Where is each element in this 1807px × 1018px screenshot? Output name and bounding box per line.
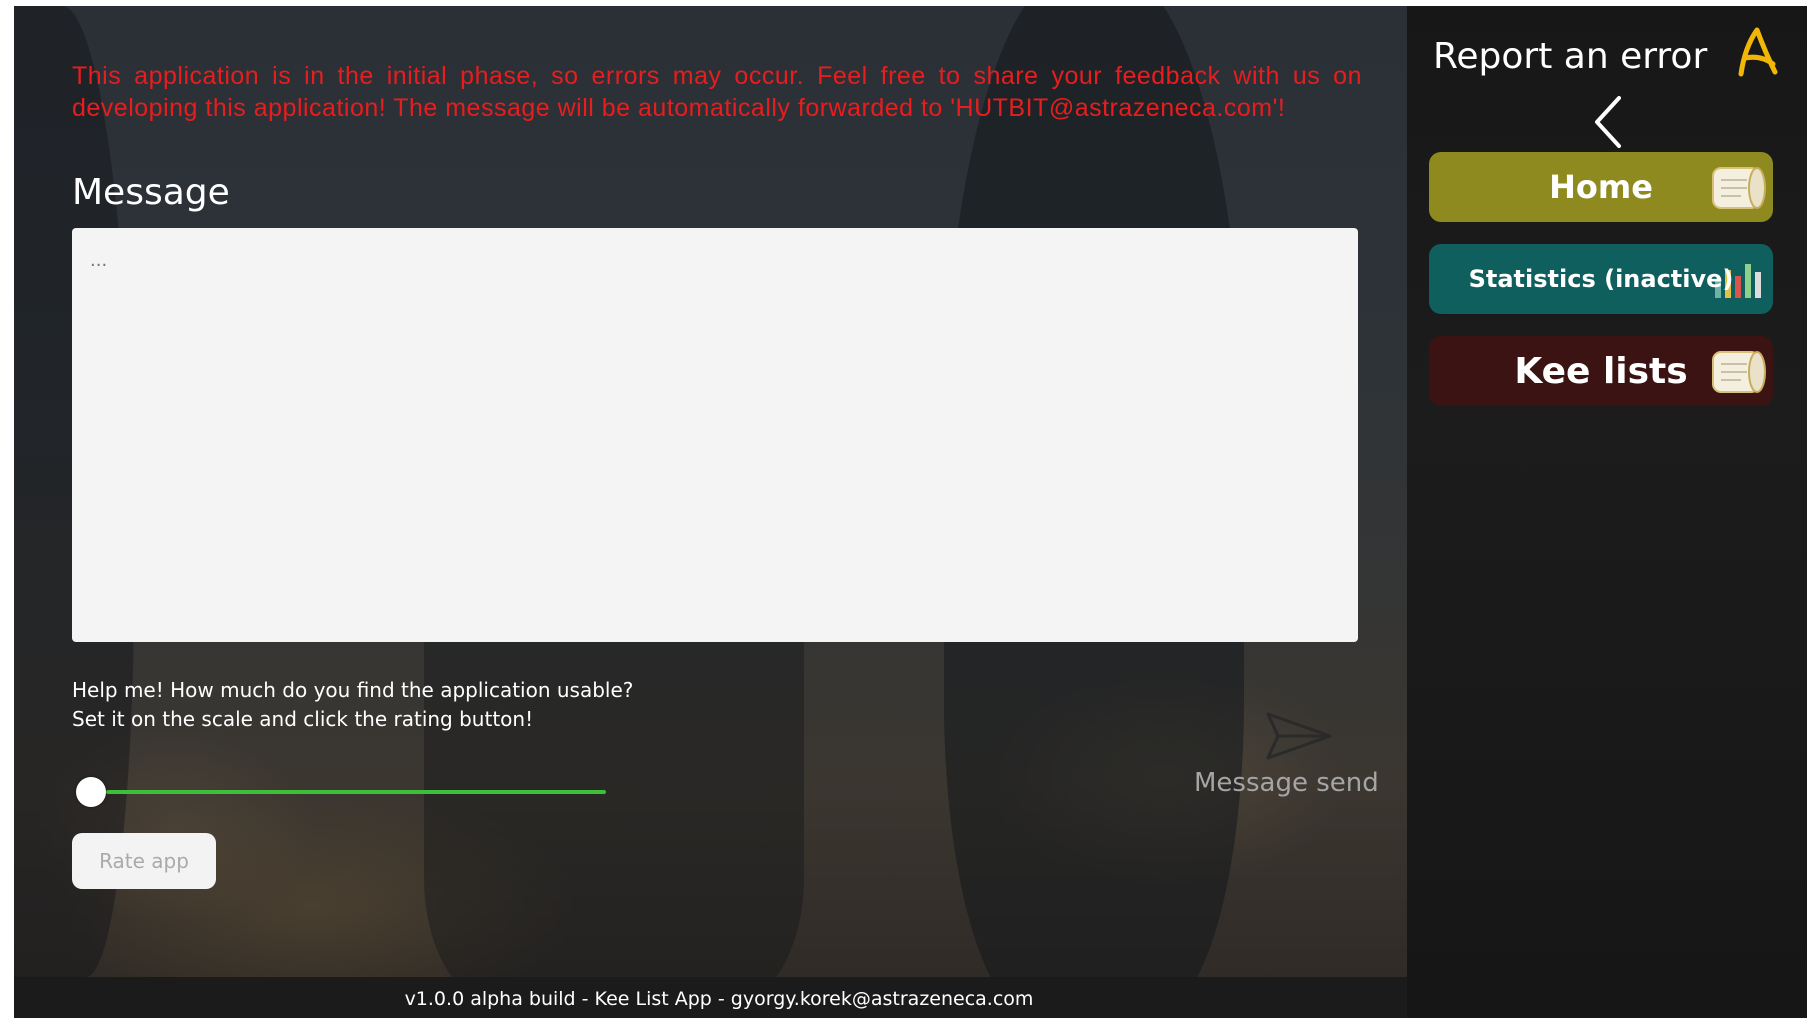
rating-help-text: Help me! How much do you find the applic… — [72, 676, 633, 734]
astrazeneca-logo-icon — [1738, 27, 1778, 77]
rating-help-line: Set it on the scale and click the rating… — [72, 707, 534, 731]
paper-plane-icon[interactable] — [1264, 706, 1334, 766]
scroll-icon — [1712, 167, 1766, 209]
nav-statistics-button[interactable]: Statistics (inactive) — [1429, 244, 1773, 314]
nav-home-label: Home — [1549, 168, 1653, 206]
nav-kee-lists-label: Kee lists — [1514, 350, 1688, 392]
app-window: This application is in the initial phase… — [14, 6, 1807, 1018]
nav-kee-lists-button[interactable]: Kee lists — [1429, 336, 1773, 406]
nav-statistics-label: Statistics (inactive) — [1468, 265, 1734, 293]
footer: v1.0.0 alpha build - Kee List App - gyor… — [14, 977, 1424, 1018]
sidebar: Report an error Home Statistics (inactiv… — [1407, 6, 1807, 1018]
rating-slider-track[interactable] — [106, 790, 606, 794]
rating-help-line: Help me! How much do you find the applic… — [72, 678, 634, 702]
message-label: Message — [72, 172, 230, 213]
main-panel: This application is in the initial phase… — [14, 6, 1407, 977]
sidebar-title: Report an error — [1433, 36, 1708, 77]
beta-warning-text: This application is in the initial phase… — [72, 62, 1362, 122]
scroll-icon — [1712, 351, 1766, 393]
rate-app-button[interactable]: Rate app — [72, 833, 216, 889]
chevron-left-icon[interactable] — [1589, 92, 1629, 152]
rating-slider-handle[interactable] — [76, 777, 106, 807]
message-send-button[interactable]: Message send — [1194, 768, 1379, 798]
message-input[interactable] — [72, 228, 1358, 642]
nav-home-button[interactable]: Home — [1429, 152, 1773, 222]
